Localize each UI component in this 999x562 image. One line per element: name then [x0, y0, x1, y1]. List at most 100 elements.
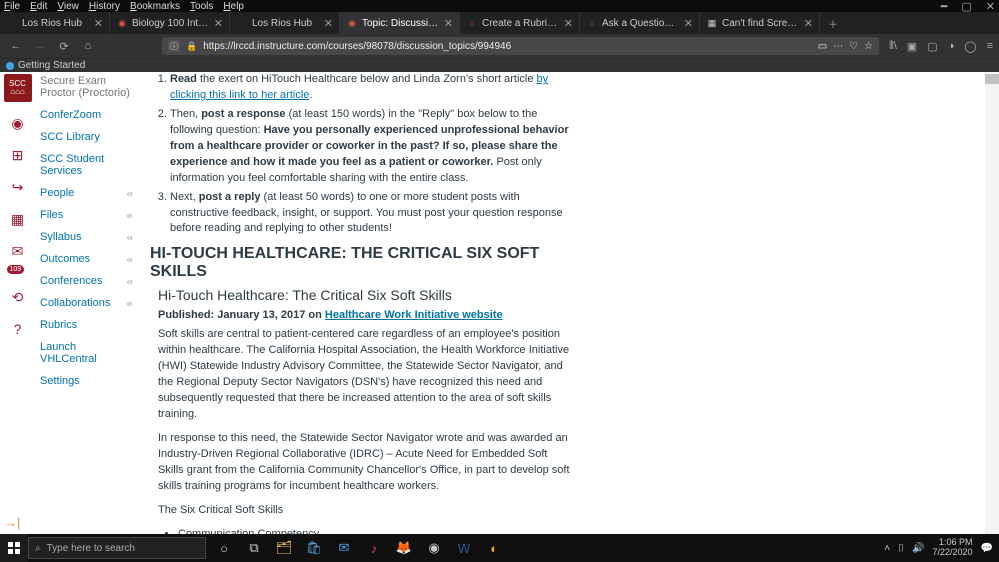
app-menu-icon[interactable]: ≡: [987, 40, 993, 53]
content-heading-2: Hi-Touch Healthcare: The Critical Six So…: [158, 287, 570, 303]
cortana-icon[interactable]: ○: [214, 538, 234, 558]
expand-sidebar-icon[interactable]: →|: [4, 515, 20, 530]
library-icon[interactable]: ⫴\: [889, 40, 897, 53]
tab-close-icon[interactable]: ✕: [804, 17, 813, 30]
nav-item-syllabus[interactable]: Syllabus⦵: [36, 226, 136, 248]
skill-item: Communication Competency: [178, 527, 570, 534]
tab-close-icon[interactable]: ✕: [324, 17, 333, 30]
nav-label: People: [40, 187, 74, 199]
nav-forward-button[interactable]: →: [30, 40, 50, 52]
browser-tab[interactable]: ○Ask a Question | Canvas LMS C✕: [580, 12, 700, 34]
tab-close-icon[interactable]: ✕: [214, 17, 223, 30]
paragraph: In response to this need, the Statewide …: [158, 431, 570, 495]
tray-clock[interactable]: 1:06 PM 7/22/2020: [933, 538, 973, 558]
taskview-icon[interactable]: ⧉: [244, 538, 264, 558]
rail-inbox[interactable]: ✉ 109: [7, 240, 29, 276]
menu-tools[interactable]: Tools: [190, 1, 213, 12]
mail-icon[interactable]: ✉: [334, 538, 354, 558]
nav-reload-button[interactable]: ⟳: [54, 40, 74, 53]
nav-item-outcomes[interactable]: Outcomes⦵: [36, 248, 136, 270]
favicon-icon: [236, 17, 248, 29]
nav-item-vhlcentral[interactable]: Launch VHLCentral: [36, 336, 136, 370]
start-button[interactable]: [0, 534, 28, 562]
menu-file[interactable]: File: [4, 1, 20, 12]
account-icon[interactable]: ◯: [964, 40, 976, 53]
browser-tab[interactable]: ▦Can't find Screenshots folder a✕: [700, 12, 820, 34]
tab-close-icon[interactable]: ✕: [684, 17, 693, 30]
text: .: [309, 89, 312, 101]
firefox-icon[interactable]: 🦊: [394, 538, 414, 558]
browser-tab[interactable]: Los Rios Hub ✕: [230, 12, 340, 34]
new-tab-button[interactable]: ＋: [820, 16, 846, 31]
nav-home-button[interactable]: ⌂: [78, 40, 98, 52]
window-close[interactable]: ✕: [986, 0, 995, 13]
browser-tab[interactable]: Los Rios Hub ✕: [0, 12, 110, 34]
menu-bookmarks[interactable]: Bookmarks: [130, 1, 180, 12]
tray-notifications-icon[interactable]: 💬: [981, 543, 993, 554]
nav-item-student-services[interactable]: SCC Student Services: [36, 148, 136, 182]
tray-network-icon[interactable]: ⌷: [898, 543, 904, 554]
nav-item-library[interactable]: SCC Library: [36, 126, 136, 148]
sidebar-icon[interactable]: ▣: [907, 40, 917, 53]
window-maximize[interactable]: ▢: [961, 0, 971, 13]
menu-help[interactable]: Help: [223, 1, 244, 12]
content-scrollbar[interactable]: [985, 72, 999, 534]
nav-back-button[interactable]: ←: [6, 40, 26, 52]
browser-tab[interactable]: ◉Biology 100 Intro. to Concepts✕: [110, 12, 230, 34]
tab-close-icon[interactable]: ✕: [444, 17, 453, 30]
tab-close-icon[interactable]: ✕: [94, 17, 103, 30]
browser-addressbar: ← → ⟳ ⌂ ⓘ 🔒 https://lrccd.instructure.co…: [0, 34, 999, 58]
nav-item-conferzoom[interactable]: ConferZoom: [36, 104, 136, 126]
menu-edit[interactable]: Edit: [30, 1, 47, 12]
nav-item-conferences[interactable]: Conferences⦵: [36, 270, 136, 292]
screenshot-icon[interactable]: ▢: [927, 40, 937, 53]
store-icon[interactable]: 🛍: [304, 538, 324, 558]
nav-item-people[interactable]: People⦵: [36, 182, 136, 204]
tab-title: Los Rios Hub: [252, 18, 320, 29]
rail-history-icon[interactable]: ⟲: [7, 286, 29, 308]
tab-close-icon[interactable]: ✕: [564, 17, 573, 30]
browser-tab[interactable]: ○Create a Rubric: Canvas Instru✕: [460, 12, 580, 34]
logo-building-icon: ⌂⌂⌂: [10, 88, 25, 96]
course-navigation: Secure Exam Proctor (Proctorio) ConferZo…: [36, 72, 136, 534]
window-minimize[interactable]: ━: [941, 0, 948, 13]
explorer-icon[interactable]: 🗂: [274, 538, 294, 558]
url-dots-icon[interactable]: ⋯: [833, 41, 843, 52]
browser-menubar: File Edit View History Bookmarks Tools H…: [0, 0, 999, 12]
rail-dashboard-icon[interactable]: ⊞: [7, 144, 29, 166]
content-heading-1: HI-TOUCH HEALTHCARE: THE CRITICAL SIX SO…: [150, 245, 570, 281]
itunes-icon[interactable]: ♪: [364, 538, 384, 558]
bookmark-star-icon[interactable]: ☆: [864, 41, 873, 52]
menu-history[interactable]: History: [89, 1, 120, 12]
tab-title: Los Rios Hub: [22, 18, 90, 29]
rail-help-icon[interactable]: ?: [7, 318, 29, 340]
reader-icon[interactable]: ▭: [818, 41, 827, 52]
taskbar-search[interactable]: ⌕ Type here to search: [28, 537, 206, 559]
rail-calendar-icon[interactable]: ▦: [7, 208, 29, 230]
nav-item-files[interactable]: Files⦵: [36, 204, 136, 226]
extension-icon[interactable]: ◑: [948, 40, 955, 53]
menu-view[interactable]: View: [57, 1, 79, 12]
rail-account-icon[interactable]: ◉: [7, 112, 29, 134]
hidden-icon: ⦵: [126, 298, 134, 309]
nav-item-proctorio[interactable]: Secure Exam Proctor (Proctorio): [36, 70, 136, 104]
site-info-icon[interactable]: ⓘ: [168, 40, 180, 52]
pocket-icon[interactable]: ♡: [849, 41, 858, 52]
canvas-logo[interactable]: SCC ⌂⌂⌂: [4, 74, 32, 102]
healthcare-link[interactable]: Healthcare Work Initiative website: [325, 309, 503, 321]
nav-item-settings[interactable]: Settings: [36, 370, 136, 392]
nav-item-rubrics[interactable]: Rubrics: [36, 314, 136, 336]
chrome-icon[interactable]: ◉: [424, 538, 444, 558]
browser-tab-active[interactable]: ◉Topic: Discussion Assignment✕: [340, 12, 460, 34]
url-field[interactable]: ⓘ 🔒 https://lrccd.instructure.com/course…: [162, 37, 879, 55]
rail-inbox-icon: ✉: [7, 240, 29, 262]
rail-courses-icon[interactable]: ↪: [7, 176, 29, 198]
tray-chevron-icon[interactable]: ˄: [884, 543, 890, 554]
word-icon[interactable]: W: [454, 538, 474, 558]
nav-item-collaborations[interactable]: Collaborations ⦵: [36, 292, 136, 314]
tray-volume-icon[interactable]: 🔊: [912, 543, 924, 554]
other-app-icon[interactable]: ◐: [484, 538, 504, 558]
scrollbar-thumb[interactable]: [985, 74, 999, 84]
nav-label: Collaborations: [40, 297, 110, 309]
tab-title: Topic: Discussion Assignment: [362, 18, 440, 29]
